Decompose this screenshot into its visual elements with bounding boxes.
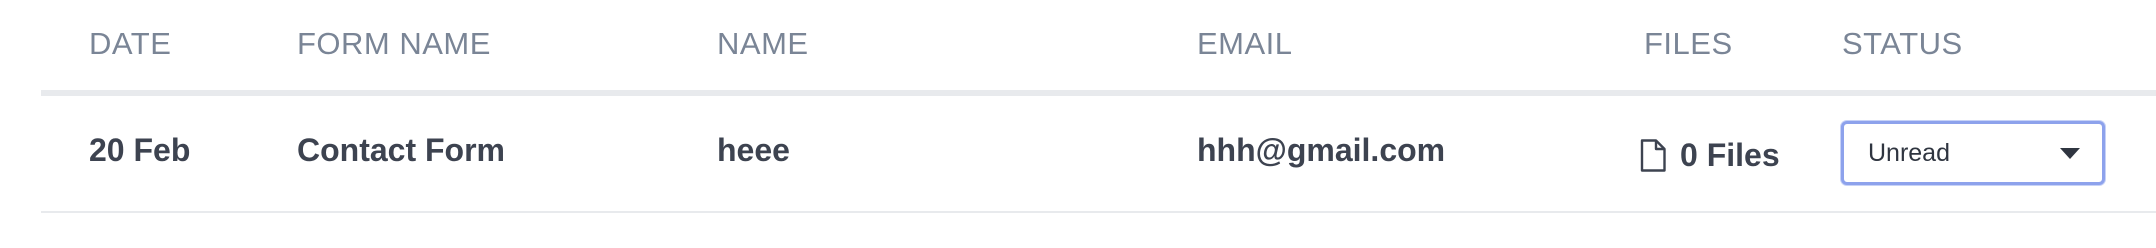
column-header-name[interactable]: NAME [717, 26, 809, 62]
cell-date: 20 Feb [89, 132, 191, 168]
file-icon [1640, 139, 1666, 172]
column-header-form-name[interactable]: FORM NAME [297, 26, 491, 62]
cell-email: hhh@gmail.com [1197, 132, 1446, 168]
status-selected-value: Unread [1868, 138, 1950, 167]
column-header-files[interactable]: FILES [1644, 26, 1733, 62]
status-dropdown[interactable]: Unread [1841, 121, 2105, 185]
column-header-status[interactable]: STATUS [1842, 26, 1963, 62]
cell-form-name: Contact Form [297, 132, 505, 168]
column-header-date[interactable]: DATE [89, 26, 171, 62]
column-header-email[interactable]: EMAIL [1197, 26, 1293, 62]
cell-files[interactable]: 0 Files [1640, 137, 1780, 174]
cell-name: heee [717, 132, 790, 168]
files-count: 0 Files [1680, 137, 1780, 173]
caret-down-icon [2060, 148, 2080, 159]
